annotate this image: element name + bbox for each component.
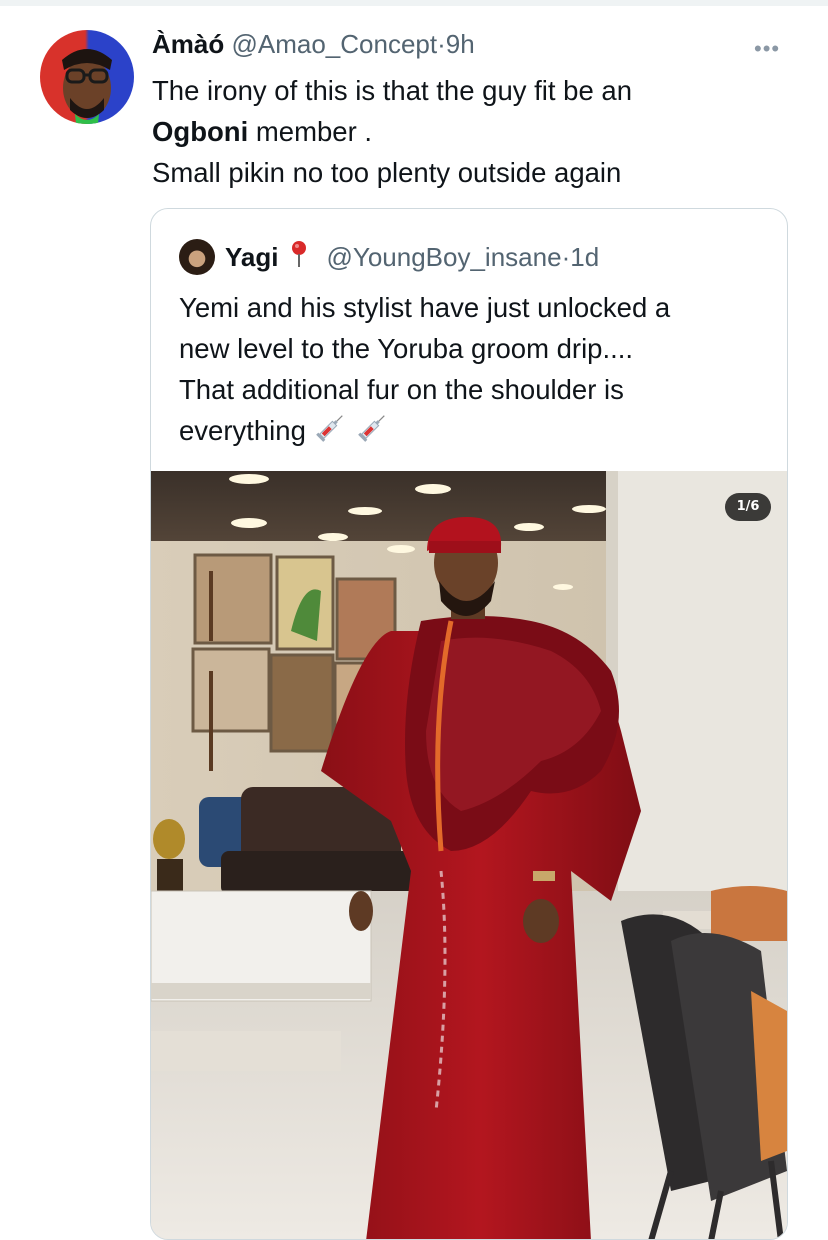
quoted-text-line: new level to the Yoruba groom drip....	[179, 333, 634, 364]
quoted-time-separator: ·	[561, 241, 571, 272]
tweet-header: Àmàó @Amao_Concept·9h	[152, 27, 475, 61]
author-name[interactable]: Àmàó	[152, 29, 224, 59]
top-divider	[0, 0, 828, 6]
author-avatar[interactable]	[40, 30, 134, 124]
media-counter-badge: 1/6	[725, 493, 771, 521]
time-separator: ·	[437, 29, 446, 59]
author-handle[interactable]: @Amao_Concept	[231, 29, 437, 59]
more-icon[interactable]: •••	[754, 36, 780, 62]
quoted-tweet-header: Yagi @YoungBoy_insane · 1d	[179, 239, 599, 275]
quoted-author-avatar[interactable]	[179, 239, 215, 275]
tweet-text: The irony of this is that the guy fit be…	[152, 70, 802, 193]
bold-word: Ogboni	[152, 116, 249, 147]
round-pushpin-icon	[290, 240, 308, 275]
syringe-icon	[356, 410, 390, 455]
quoted-text-line: everything	[179, 410, 769, 455]
media-photo[interactable]	[151, 471, 787, 1239]
quoted-text-line: That additional fur on the shoulder is	[179, 374, 624, 405]
quoted-author-handle[interactable]: @YoungBoy_insane	[326, 242, 561, 273]
tweet-text-rest: member .	[248, 116, 373, 147]
quoted-text-line: Yemi and his stylist have just unlocked …	[179, 292, 671, 323]
tweet-text-line: The irony of this is that the guy fit be…	[152, 75, 632, 106]
quoted-tweet-text: Yemi and his stylist have just unlocked …	[179, 287, 769, 455]
quoted-tweet-time[interactable]: 1d	[570, 242, 599, 273]
tweet-text-line: Small pikin no too plenty outside again	[152, 157, 622, 188]
tweet-text-line: Ogboni member .	[152, 111, 802, 152]
tweet-time[interactable]: 9h	[446, 29, 475, 59]
quoted-author-name[interactable]: Yagi	[225, 242, 278, 273]
quoted-text-last: everything	[179, 415, 306, 446]
syringe-icon	[314, 410, 348, 455]
quoted-tweet-card[interactable]: Yagi @YoungBoy_insane · 1d Yemi and his st…	[150, 208, 788, 1240]
